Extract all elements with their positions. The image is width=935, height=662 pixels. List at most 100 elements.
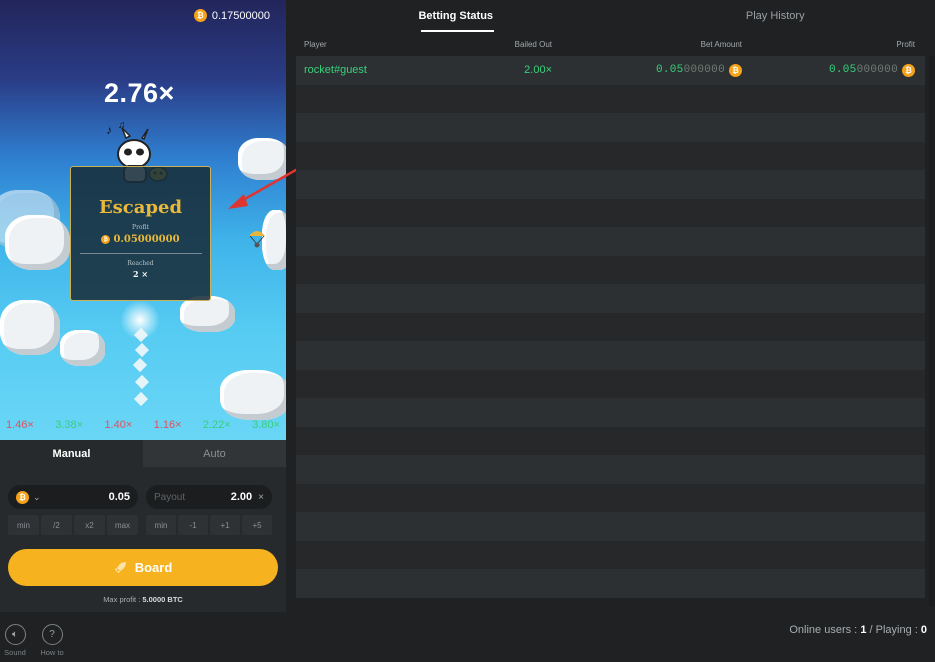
- bitcoin-icon: ₿: [193, 9, 207, 22]
- max-profit-value: 5.0000 BTC: [142, 595, 183, 604]
- current-multiplier: 2.76×: [104, 78, 175, 108]
- bitcoin-icon: ₿: [16, 490, 29, 504]
- rocket-trail: [134, 374, 150, 390]
- rocket-trail: [132, 357, 148, 373]
- multiplier-history: 1.46× 3.38× 1.40× 1.16× 2.22× 3.80×: [0, 419, 286, 431]
- empty-row: [296, 398, 925, 427]
- table-header: Player Bailed Out Bet Amount Profit: [296, 32, 935, 56]
- payout-field[interactable]: Payout 2.00 ×: [146, 485, 272, 509]
- empty-row: [296, 455, 925, 484]
- empty-row: [296, 113, 925, 142]
- betting-table: rocket#guest 2.00× 0.05000000 ₿ 0.050000…: [296, 56, 925, 598]
- table-row: rocket#guest 2.00× 0.05000000 ₿ 0.050000…: [296, 56, 925, 85]
- panel-tabs: Betting Status Play History: [296, 0, 935, 32]
- escaped-profit: ₿ 0.05000000: [71, 234, 210, 245]
- payout-suffix: ×: [258, 491, 264, 503]
- history-item: 3.38×: [55, 419, 84, 431]
- bet-controls: Manual Auto ₿ ⌄ 0.05 Payout 2.00 × min /…: [0, 440, 286, 612]
- empty-row: [296, 312, 925, 341]
- payout-plus-one-button[interactable]: +1: [210, 515, 240, 535]
- empty-row: [296, 512, 925, 541]
- cloud: [60, 330, 105, 366]
- rocket-trail: [134, 342, 150, 358]
- payout-label: Payout: [154, 491, 186, 503]
- how-to-label: How to: [40, 648, 64, 657]
- history-item: 1.16×: [153, 419, 182, 431]
- board-label: Board: [134, 560, 173, 575]
- online-users-label: Online users :: [789, 624, 858, 636]
- board-button[interactable]: Board: [8, 549, 278, 586]
- column-header-bailed-out: Bailed Out: [514, 39, 552, 49]
- escaped-popup: Escaped Profit ₿ 0.05000000 Reached 2 ×: [70, 166, 211, 301]
- payout-plus-five-button[interactable]: +5: [242, 515, 272, 535]
- empty-row: [296, 170, 925, 199]
- bet-amount-major: 0.05: [655, 64, 684, 77]
- payout-min-button[interactable]: min: [146, 515, 176, 535]
- tab-betting-status[interactable]: Betting Status: [296, 0, 616, 32]
- amount-half-button[interactable]: /2: [41, 515, 72, 535]
- bet-amount-cell: 0.05000000 ₿: [552, 63, 742, 77]
- payout-minus-one-button[interactable]: -1: [178, 515, 208, 535]
- playing-value: 0: [920, 624, 927, 636]
- playing-label: / Playing :: [869, 624, 918, 636]
- history-item: 1.46×: [6, 419, 34, 431]
- column-header-profit: Profit: [896, 39, 915, 49]
- tab-manual[interactable]: Manual: [0, 440, 143, 467]
- rocket-icon: [114, 562, 126, 573]
- empty-row: [296, 569, 925, 598]
- bitcoin-icon: ₿: [101, 235, 111, 244]
- bailed-out-value: 2.00×: [524, 64, 552, 77]
- online-status: Online users : 1 / Playing : 0: [789, 624, 927, 636]
- empty-row: [296, 426, 925, 455]
- sound-label: Sound: [4, 648, 26, 657]
- how-to-button[interactable]: ? How to: [40, 624, 64, 657]
- tab-auto[interactable]: Auto: [143, 440, 286, 467]
- empty-row: [296, 284, 925, 313]
- max-profit-label: Max profit :: [103, 595, 141, 604]
- rocket-trail: [133, 391, 149, 407]
- tab-play-history[interactable]: Play History: [616, 0, 935, 32]
- escaped-profit-value: 0.05000000: [113, 234, 180, 245]
- cloud: [220, 370, 286, 420]
- cloud: [5, 215, 70, 270]
- empty-row: [296, 227, 925, 256]
- bitcoin-icon: ₿: [729, 63, 742, 77]
- escaped-profit-label: Profit: [132, 224, 149, 231]
- divider: [79, 253, 202, 254]
- history-item: 3.80×: [252, 419, 280, 431]
- balance-display: ₿ 0.17500000: [193, 9, 270, 22]
- empty-row: [296, 84, 925, 113]
- question-icon[interactable]: ?: [41, 624, 63, 645]
- bet-amount-value[interactable]: 0.05: [109, 491, 130, 503]
- balance-value: 0.17500000: [211, 9, 270, 22]
- column-header-bet-amount: Bet Amount: [700, 39, 742, 49]
- sound-toggle[interactable]: 🔈︎ Sound: [3, 624, 27, 657]
- speaker-icon[interactable]: 🔈︎: [4, 624, 26, 645]
- amount-min-button[interactable]: min: [8, 515, 39, 535]
- amount-max-button[interactable]: max: [107, 515, 138, 535]
- profit-cell: 0.05000000 ₿: [742, 63, 915, 77]
- payout-value[interactable]: 2.00: [231, 491, 252, 503]
- bet-amount-field[interactable]: ₿ ⌄ 0.05: [8, 485, 138, 509]
- column-header-player: Player: [304, 39, 327, 49]
- history-item: 1.40×: [104, 419, 133, 431]
- online-users-value: 1: [860, 624, 867, 636]
- chevron-down-icon[interactable]: ⌄: [33, 492, 41, 503]
- profit-major: 0.05: [828, 64, 857, 77]
- escaped-title: Escaped: [98, 197, 183, 218]
- bet-amount-minor: 000000: [683, 64, 725, 77]
- empty-row: [296, 369, 925, 398]
- game-canvas: ₿ 0.17500000 2.76× ♪ ♫ Escaped Profit ₿ …: [0, 0, 286, 440]
- empty-row: [296, 540, 925, 569]
- svg-text:♪: ♪: [106, 123, 112, 137]
- amount-double-button[interactable]: x2: [74, 515, 105, 535]
- empty-row: [296, 141, 925, 170]
- history-item: 2.22×: [202, 419, 231, 431]
- mode-tabs: Manual Auto: [0, 440, 286, 467]
- empty-row: [296, 483, 925, 512]
- player-name: rocket#guest: [304, 64, 367, 77]
- empty-row: [296, 341, 925, 370]
- bitcoin-icon: ₿: [902, 63, 915, 77]
- betting-panel: Betting Status Play History Player Baile…: [296, 0, 935, 612]
- scrollbar[interactable]: [929, 56, 935, 606]
